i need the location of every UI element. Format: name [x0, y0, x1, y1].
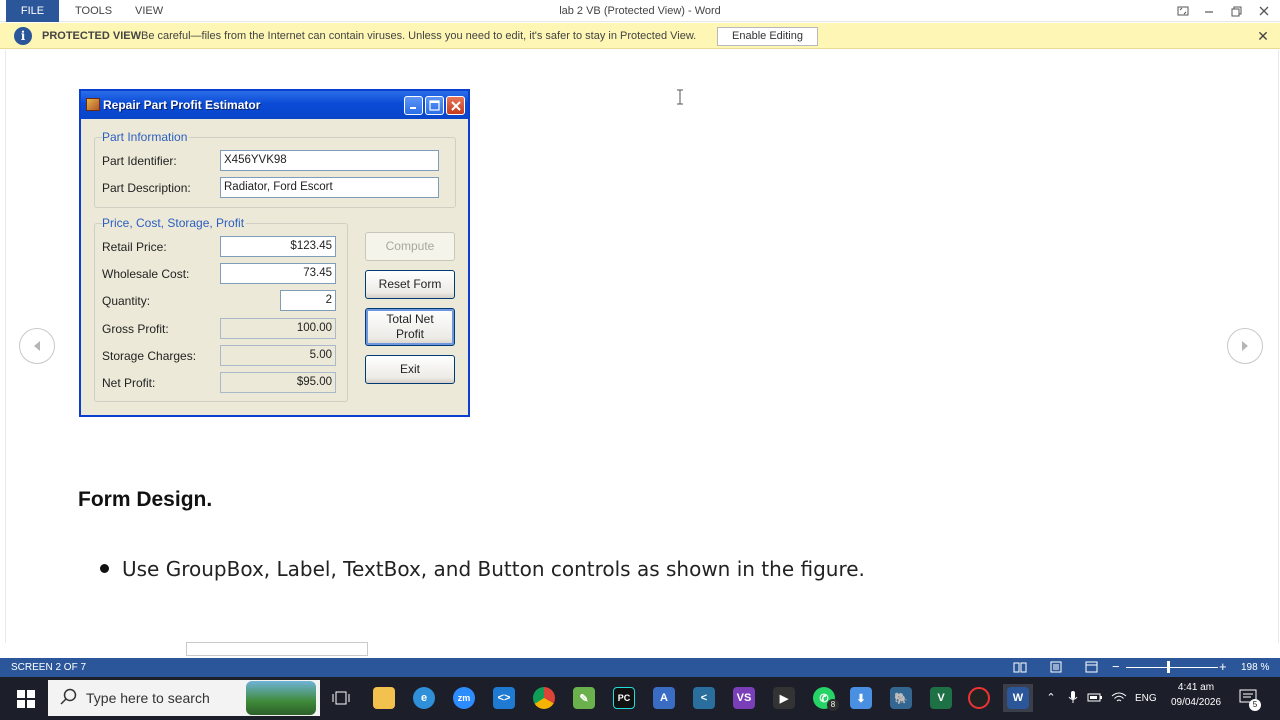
reset-form-button: Reset Form [365, 270, 455, 299]
total-net-profit-line2: Profit [395, 327, 424, 341]
part-identifier-label: Part Identifier: [102, 154, 177, 168]
title-bar: lab 2 VB (Protected View) - Word FILE TO… [0, 0, 1280, 22]
vscode-icon[interactable]: <> [489, 684, 519, 712]
app-icon [86, 98, 100, 111]
edge-icon[interactable]: e [409, 684, 439, 712]
windows-start-icon[interactable] [16, 689, 36, 709]
gross-profit-field: 100.00 [220, 318, 336, 339]
chrome-icon[interactable] [529, 684, 559, 712]
task-view-icon[interactable] [326, 684, 356, 712]
postgres-icon[interactable]: 🐘 [886, 684, 916, 712]
zoom-in-icon[interactable]: + [1219, 659, 1227, 675]
codeblocks-icon[interactable]: < [689, 684, 719, 712]
clock-time[interactable]: 4:41 am [1166, 681, 1226, 695]
word-icon[interactable]: W [1003, 684, 1033, 712]
zoom-slider[interactable] [1126, 667, 1218, 668]
zoom-slider-thumb[interactable] [1167, 661, 1170, 673]
file-explorer-icon[interactable] [369, 684, 399, 712]
media-player-icon[interactable]: ▶ [769, 684, 799, 712]
wholesale-cost-field: 73.45 [220, 263, 336, 284]
figure-title: Repair Part Profit Estimator [103, 98, 261, 112]
status-bar: SCREEN 2 OF 7 − + 198 % [0, 658, 1280, 677]
total-net-profit-button: Total Net Profit [365, 308, 455, 346]
retail-price-field: $123.45 [220, 236, 336, 257]
quantity-label: Quantity: [102, 294, 151, 308]
gross-profit-label: Gross Profit: [102, 322, 169, 336]
recorder-icon[interactable] [964, 684, 994, 712]
android-studio-icon[interactable]: A [649, 684, 679, 712]
restore-icon[interactable] [1223, 0, 1249, 22]
section-heading: Form Design. [78, 488, 213, 511]
battery-icon[interactable] [1086, 688, 1104, 706]
part-description-label: Part Description: [102, 181, 191, 195]
figure-maximize-icon [425, 96, 444, 115]
close-icon[interactable] [1251, 0, 1277, 22]
clock-date[interactable]: 09/04/2026 [1166, 696, 1226, 710]
price-cost-title: Price, Cost, Storage, Profit [102, 216, 247, 230]
whatsapp-badge: 8 [827, 699, 839, 711]
net-profit-field: $95.00 [220, 372, 336, 393]
zoom-out-icon[interactable]: − [1112, 659, 1120, 675]
menu-file[interactable]: FILE [6, 0, 59, 22]
protected-view-message: Be careful—files from the Internet can c… [141, 30, 697, 42]
chevron-left-icon [34, 341, 40, 351]
screen-indicator: SCREEN 2 OF 7 [11, 662, 87, 673]
protected-view-title: PROTECTED VIEW [42, 30, 142, 42]
retail-price-label: Retail Price: [102, 240, 167, 254]
storage-charges-label: Storage Charges: [102, 349, 197, 363]
menu-tools[interactable]: TOOLS [75, 0, 112, 22]
language-indicator[interactable]: ENG [1135, 677, 1157, 720]
paint-icon[interactable]: ✎ [569, 684, 599, 712]
zoom-level[interactable]: 198 % [1241, 658, 1269, 677]
net-profit-label: Net Profit: [102, 376, 156, 390]
quantity-field: 2 [280, 290, 336, 311]
page-edge-left [5, 50, 6, 643]
microphone-icon[interactable] [1064, 688, 1082, 706]
chevron-up-icon[interactable]: ⌃ [1042, 688, 1060, 706]
part-description-field: Radiator, Ford Escort [220, 177, 439, 198]
bullet-text: Use GroupBox, Label, TextBox, and Button… [122, 557, 865, 581]
pycharm-icon[interactable]: PC [609, 684, 639, 712]
close-bar-icon[interactable]: ✕ [1254, 27, 1272, 45]
read-mode-icon[interactable] [1012, 660, 1028, 674]
print-layout-icon[interactable] [1048, 660, 1064, 674]
menu-view[interactable]: VIEW [135, 0, 163, 22]
visual-studio-icon[interactable]: VS [729, 684, 759, 712]
search-highlight-image [246, 681, 316, 715]
previous-screen-button[interactable] [19, 328, 55, 364]
part-information-title: Part Information [102, 130, 190, 144]
form-figure: Repair Part Profit Estimator Part Inform… [79, 89, 470, 417]
excel-like-icon[interactable]: V [926, 684, 956, 712]
page-edge-right [1278, 50, 1279, 643]
part-identifier-field: X456YVK98 [220, 150, 439, 171]
next-screen-button[interactable] [1227, 328, 1263, 364]
storage-charges-field: 5.00 [220, 345, 336, 366]
exit-button: Exit [365, 355, 455, 384]
search-placeholder: Type here to search [86, 690, 210, 706]
full-screen-icon[interactable] [1170, 0, 1196, 22]
figure-title-bar: Repair Part Profit Estimator [81, 91, 468, 119]
wifi-icon[interactable] [1110, 688, 1128, 706]
info-icon: i [14, 27, 32, 45]
bullet-icon [100, 564, 109, 573]
enable-editing-button[interactable]: Enable Editing [717, 27, 818, 46]
zoom-app-icon[interactable]: zm [449, 684, 479, 712]
chevron-right-icon [1242, 341, 1248, 351]
horizontal-scrollbar[interactable] [186, 642, 368, 656]
text-cursor-icon [676, 89, 684, 110]
protected-view-bar: i PROTECTED VIEW Be careful—files from t… [0, 23, 1280, 49]
total-net-profit-line1: Total Net [386, 312, 434, 326]
web-layout-icon[interactable] [1083, 660, 1099, 674]
download-app-icon[interactable]: ⬇ [846, 684, 876, 712]
compute-button: Compute [365, 232, 455, 261]
wholesale-cost-label: Wholesale Cost: [102, 267, 190, 281]
search-icon [60, 688, 78, 711]
window-title: lab 2 VB (Protected View) - Word [559, 5, 721, 17]
figure-minimize-icon [404, 96, 423, 115]
figure-close-icon [446, 96, 465, 115]
minimize-icon[interactable] [1196, 0, 1222, 22]
notification-count: 5 [1249, 699, 1261, 711]
